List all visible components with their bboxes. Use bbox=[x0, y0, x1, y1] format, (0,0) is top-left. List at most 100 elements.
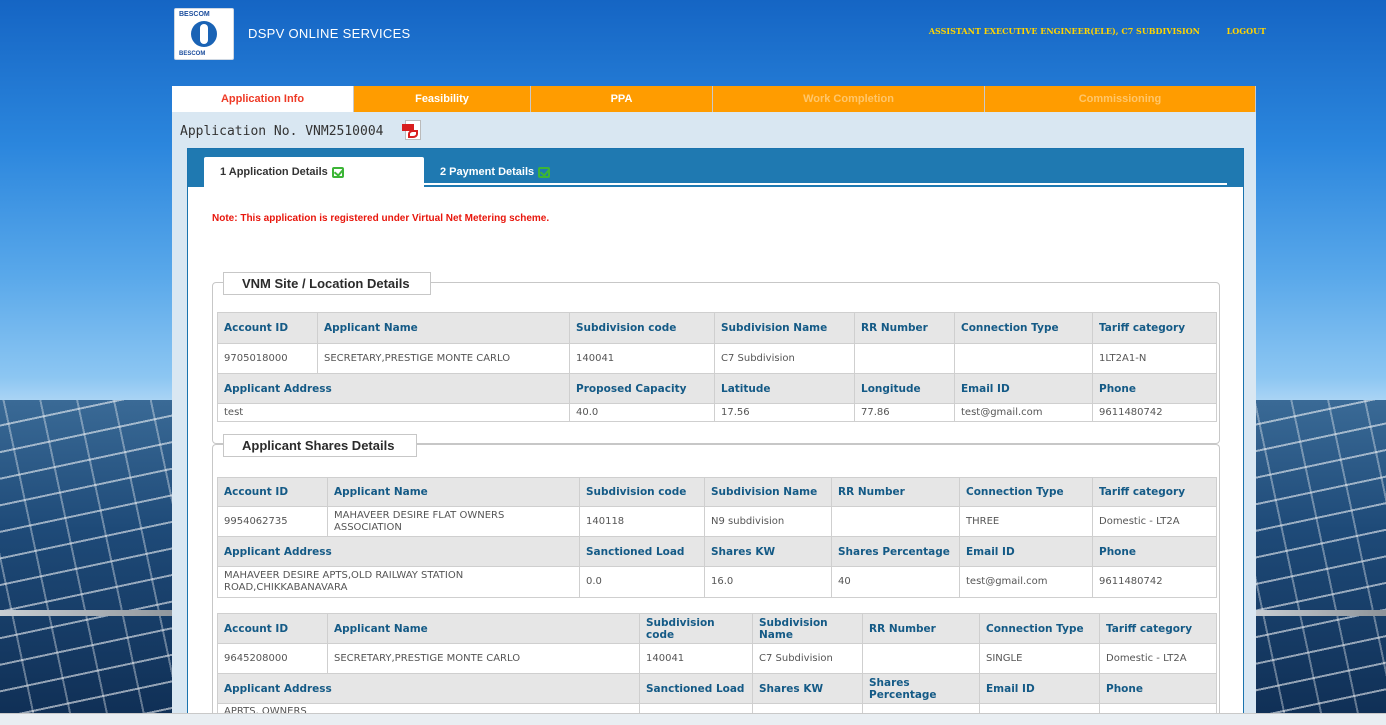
table-cell: test@gmail.com bbox=[959, 566, 1093, 598]
logo-emblem-icon bbox=[191, 21, 217, 47]
table-header: Subdivision Name bbox=[704, 477, 832, 507]
table-cell: 9611480742 bbox=[1092, 566, 1217, 598]
table-header: Shares KW bbox=[704, 536, 832, 567]
user-role-link[interactable]: ASSISTANT EXECUTIVE ENGINEER(ELE), C7 SU… bbox=[929, 26, 1200, 36]
applicant-shares-section: Applicant Shares Details Account ID Appl… bbox=[212, 434, 1220, 725]
details-panel: 1 Application Details 2 Payment Details … bbox=[187, 148, 1244, 725]
table-cell: MAHAVEER DESIRE APTS,OLD RAILWAY STATION… bbox=[217, 566, 580, 598]
section-title: VNM Site / Location Details bbox=[223, 272, 431, 295]
table-cell bbox=[862, 643, 980, 674]
table-cell: C7 Subdivision bbox=[714, 343, 855, 374]
bescom-logo[interactable]: BESCOM BESCOM bbox=[174, 8, 234, 60]
table-header: Connection Type bbox=[979, 613, 1100, 644]
table-cell: C7 Subdivision bbox=[752, 643, 863, 674]
tab-work-completion[interactable]: Work Completion bbox=[713, 86, 985, 112]
table-header: Applicant Name bbox=[327, 477, 580, 507]
table-cell: 0.0 bbox=[579, 566, 705, 598]
table-header: Sanctioned Load bbox=[639, 673, 753, 704]
table-cell: SECRETARY,PRESTIGE MONTE CARLO bbox=[317, 343, 570, 374]
table-header: RR Number bbox=[831, 477, 960, 507]
tab-commissioning[interactable]: Commissioning bbox=[985, 86, 1256, 112]
tab-feasibility[interactable]: Feasibility bbox=[354, 86, 531, 112]
table-cell: 77.86 bbox=[854, 403, 955, 422]
table-header: Longitude bbox=[854, 373, 955, 404]
table-header: Phone bbox=[1092, 373, 1217, 404]
table-header: Applicant Address bbox=[217, 536, 580, 567]
table-cell: 9611480742 bbox=[1092, 403, 1217, 422]
solar-panels-decor-right bbox=[1251, 400, 1386, 725]
table-cell: N9 subdivision bbox=[704, 506, 832, 537]
table-header: RR Number bbox=[862, 613, 980, 644]
site-details-table: Account ID Applicant Name Subdivision co… bbox=[217, 312, 1217, 422]
table-header: Account ID bbox=[217, 477, 328, 507]
table-cell: 16.0 bbox=[704, 566, 832, 598]
table-header: Proposed Capacity bbox=[569, 373, 715, 404]
subtab-label: 1 Application Details bbox=[220, 166, 328, 178]
table-header: Subdivision code bbox=[639, 613, 753, 644]
table-header: Subdivision code bbox=[569, 312, 715, 344]
section-title: Applicant Shares Details bbox=[223, 434, 418, 457]
table-header: Applicant Address bbox=[217, 373, 570, 404]
table-header: Email ID bbox=[979, 673, 1100, 704]
table-header: Tariff category bbox=[1099, 613, 1217, 644]
table-header: Tariff category bbox=[1092, 477, 1217, 507]
shares-table-1: Account ID Applicant Name Subdivision co… bbox=[217, 477, 1217, 598]
pdf-download-icon[interactable] bbox=[401, 120, 422, 142]
brand-title[interactable]: DSPV ONLINE SERVICES bbox=[248, 26, 411, 41]
application-container: Application Info Feasibility PPA Work Co… bbox=[172, 86, 1256, 725]
table-header: Account ID bbox=[217, 312, 318, 344]
solar-panels-decor-left bbox=[0, 400, 185, 725]
table-cell: 140041 bbox=[639, 643, 753, 674]
table-header: Email ID bbox=[954, 373, 1093, 404]
table-header: Connection Type bbox=[954, 312, 1093, 344]
tab-application-info[interactable]: Application Info bbox=[172, 86, 354, 112]
table-cell: Domestic - LT2A bbox=[1092, 506, 1217, 537]
table-cell: THREE bbox=[959, 506, 1093, 537]
table-cell bbox=[954, 343, 1093, 374]
table-cell: SINGLE bbox=[979, 643, 1100, 674]
table-header: Applicant Name bbox=[327, 613, 640, 644]
vnm-site-section: VNM Site / Location Details Account ID A… bbox=[212, 272, 1220, 444]
table-header: Subdivision code bbox=[579, 477, 705, 507]
logo-bottom-text: BESCOM bbox=[179, 51, 206, 57]
table-header: Applicant Address bbox=[217, 673, 640, 704]
table-cell: 9954062735 bbox=[217, 506, 328, 537]
table-cell: 40 bbox=[831, 566, 960, 598]
subtab-underline bbox=[424, 183, 1227, 185]
site-header: BESCOM BESCOM DSPV ONLINE SERVICES ASSIS… bbox=[0, 0, 1386, 72]
shares-table-2: Account ID Applicant Name Subdivision co… bbox=[217, 613, 1217, 721]
application-number: Application No. VNM2510004 bbox=[180, 123, 384, 139]
table-cell: test bbox=[217, 403, 570, 422]
table-cell bbox=[854, 343, 955, 374]
table-header: RR Number bbox=[854, 312, 955, 344]
table-cell: 1LT2A1-N bbox=[1092, 343, 1217, 374]
tab-ppa[interactable]: PPA bbox=[531, 86, 713, 112]
table-cell: Domestic - LT2A bbox=[1099, 643, 1217, 674]
table-cell: 17.56 bbox=[714, 403, 855, 422]
logout-link[interactable]: LOGOUT bbox=[1227, 26, 1266, 36]
table-cell bbox=[831, 506, 960, 537]
table-header: Email ID bbox=[959, 536, 1093, 567]
horizontal-scrollbar[interactable] bbox=[0, 713, 1386, 725]
subtab-label: 2 Payment Details bbox=[440, 166, 535, 178]
table-header: Shares KW bbox=[752, 673, 863, 704]
detail-subtabs: 1 Application Details 2 Payment Details bbox=[188, 149, 1243, 187]
workflow-tabs: Application Info Feasibility PPA Work Co… bbox=[172, 86, 1256, 112]
table-header: Phone bbox=[1092, 536, 1217, 567]
table-header: Shares Percentage bbox=[862, 673, 980, 704]
table-header: Phone bbox=[1099, 673, 1217, 704]
table-cell: 140118 bbox=[579, 506, 705, 537]
table-header: Account ID bbox=[217, 613, 328, 644]
table-cell: 140041 bbox=[569, 343, 715, 374]
table-header: Subdivision Name bbox=[714, 312, 855, 344]
subtab-application-details[interactable]: 1 Application Details bbox=[204, 157, 424, 187]
table-cell: 9645208000 bbox=[217, 643, 328, 674]
table-header: Connection Type bbox=[959, 477, 1093, 507]
table-cell: SECRETARY,PRESTIGE MONTE CARLO bbox=[327, 643, 640, 674]
table-cell: 9705018000 bbox=[217, 343, 318, 374]
table-header: Sanctioned Load bbox=[579, 536, 705, 567]
check-icon bbox=[331, 166, 344, 178]
table-cell: MAHAVEER DESIRE FLAT OWNERS ASSOCIATION bbox=[327, 506, 580, 537]
check-icon bbox=[538, 166, 551, 178]
table-header: Subdivision Name bbox=[752, 613, 863, 644]
